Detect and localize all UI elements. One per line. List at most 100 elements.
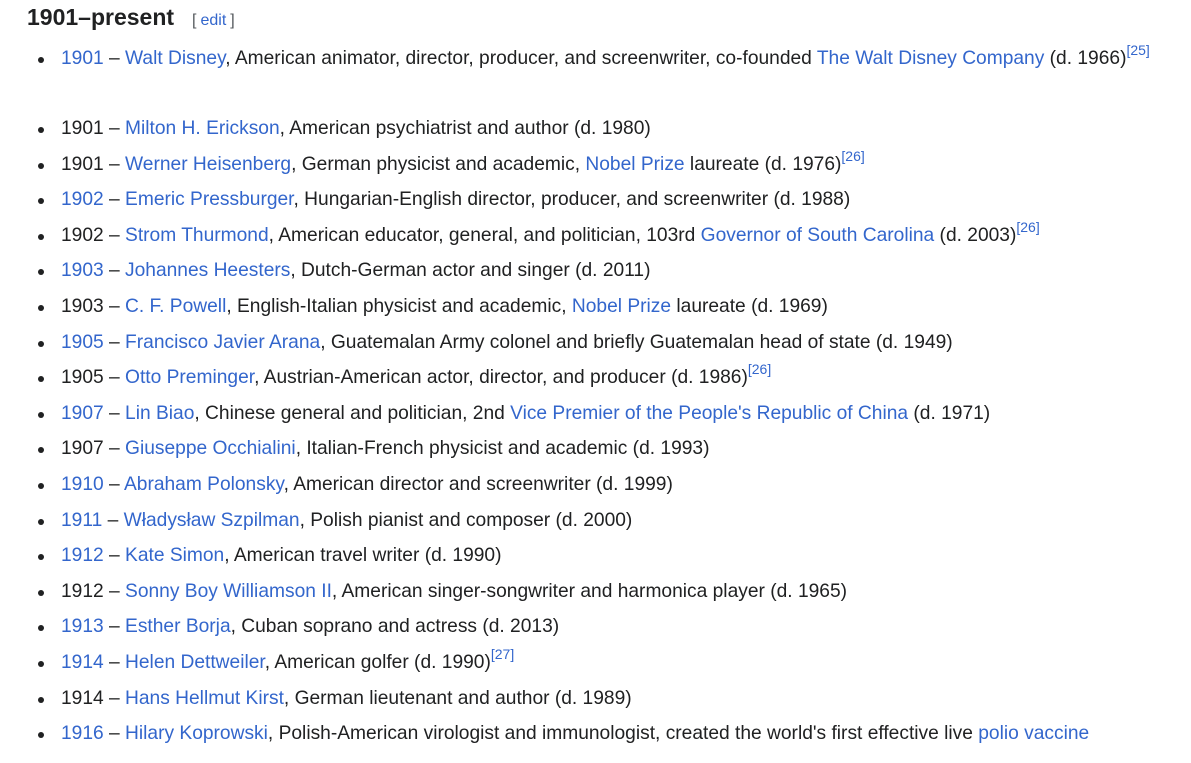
related-link[interactable]: Nobel Prize	[572, 296, 671, 317]
entry-description: , American psychiatrist and author (d. 1…	[279, 118, 651, 139]
year-text: 1901	[61, 118, 104, 139]
year-link[interactable]: 1902	[61, 189, 104, 210]
person-link[interactable]: Esther Borja	[125, 616, 231, 637]
reference-link[interactable]: [27]	[491, 646, 514, 662]
year-text: 1905	[61, 367, 104, 389]
list-item: 1903 – C. F. Powell, English-Italian phy…	[0, 290, 1191, 326]
reference-superscript: [26]	[1016, 219, 1039, 235]
entry-description-tail: (d. 1966)	[1044, 48, 1127, 69]
births-list: 1901 – Walt Disney, American animator, d…	[0, 42, 1191, 753]
list-item: 1902 – Emeric Pressburger, Hungarian-Eng…	[0, 183, 1191, 219]
entry-description: , Cuban soprano and actress (d. 2013)	[230, 616, 560, 638]
person-link[interactable]: Walt Disney	[125, 48, 225, 69]
year-link[interactable]: 1905	[61, 332, 104, 353]
entry-description: , Polish pianist and composer (d. 2000)	[299, 509, 633, 531]
edit-section-link: [edit]	[192, 12, 235, 30]
related-link[interactable]: Vice Premier of the People's Republic of…	[510, 403, 908, 424]
year-link[interactable]: 1912	[61, 545, 104, 566]
year-link[interactable]: 1911	[61, 510, 102, 531]
entry-description: , Chinese general and politician, 2nd	[194, 402, 511, 424]
entry-description: , English-Italian physicist and academic…	[226, 295, 572, 317]
year-text: 1914	[61, 687, 104, 709]
year-text: 1903	[61, 295, 104, 317]
person-link[interactable]: Otto Preminger	[125, 367, 254, 388]
year-text: 1902	[61, 224, 104, 246]
person-link[interactable]: Strom Thurmond	[125, 225, 269, 246]
person-link[interactable]: Werner Heisenberg	[125, 154, 291, 175]
year-text: 1901	[61, 153, 104, 175]
person-link[interactable]: Francisco Javier Arana	[125, 332, 320, 353]
year-link[interactable]: 1916	[61, 723, 104, 744]
entry-description: , American singer-songwriter and harmoni…	[331, 580, 848, 602]
entry-description: , German lieutenant and author (d. 1989)	[283, 687, 632, 709]
entry-description: , Hungarian-English director, producer, …	[293, 189, 851, 211]
person-link[interactable]: Emeric Pressburger	[125, 189, 293, 210]
list-item: 1916 – Hilary Koprowski, Polish-American…	[0, 717, 1191, 753]
year-text: 1912	[61, 580, 104, 602]
entry-description: , American travel writer (d. 1990)	[224, 545, 502, 567]
person-link[interactable]: Kate Simon	[125, 545, 224, 566]
person-link[interactable]: Johannes Heesters	[125, 260, 290, 281]
entry-description-tail: (d. 1971)	[908, 402, 991, 424]
reference-superscript: [27]	[491, 646, 514, 662]
person-link[interactable]: Helen Dettweiler	[125, 652, 265, 673]
entry-description: , Guatemalan Army colonel and briefly Gu…	[320, 331, 953, 353]
related-link[interactable]: Nobel Prize	[585, 154, 684, 175]
entry-description: , American animator, director, producer,…	[225, 48, 817, 69]
entry-description-tail: laureate (d. 1976)	[684, 153, 842, 175]
person-link[interactable]: Hilary Koprowski	[125, 723, 268, 744]
entry-description-tail: laureate (d. 1969)	[671, 295, 828, 317]
list-item: 1902 – Strom Thurmond, American educator…	[0, 219, 1191, 255]
year-link[interactable]: 1907	[61, 403, 104, 424]
reference-superscript: [26]	[748, 361, 771, 377]
edit-link[interactable]: edit	[201, 12, 227, 29]
year-link[interactable]: 1903	[61, 260, 104, 281]
reference-superscript: [26]	[841, 148, 864, 164]
person-link[interactable]: Lin Biao	[125, 403, 194, 424]
list-item: 1912 – Sonny Boy Williamson II, American…	[0, 575, 1191, 611]
list-item: 1910 – Abraham Polonsky, American direct…	[0, 468, 1191, 504]
person-link[interactable]: Milton H. Erickson	[125, 118, 280, 139]
list-item: 1901 – Werner Heisenberg, German physici…	[0, 148, 1191, 184]
list-item: 1913 – Esther Borja, Cuban soprano and a…	[0, 610, 1191, 646]
entry-description: , Polish-American virologist and immunol…	[267, 723, 979, 745]
person-link[interactable]: Giuseppe Occhialini	[125, 438, 296, 459]
year-link[interactable]: 1914	[61, 652, 104, 673]
reference-link[interactable]: [26]	[1016, 219, 1039, 235]
reference-superscript: [25]	[1126, 42, 1149, 58]
list-item: 1907 – Giuseppe Occhialini, Italian-Fren…	[0, 432, 1191, 468]
list-item: 1911 – Władysław Szpilman, Polish pianis…	[0, 504, 1191, 540]
list-item: 1907 – Lin Biao, Chinese general and pol…	[0, 397, 1191, 433]
list-item: 1903 – Johannes Heesters, Dutch-German a…	[0, 254, 1191, 290]
section-title: 1901–present	[27, 4, 175, 30]
entry-description: , German physicist and academic,	[291, 153, 586, 175]
list-item: 1905 – Otto Preminger, Austrian-American…	[0, 361, 1191, 397]
edit-bracket-open: [	[192, 12, 197, 29]
entry-description: , American educator, general, and politi…	[268, 224, 701, 246]
reference-link[interactable]: [25]	[1126, 42, 1149, 58]
list-item: 1901 – Walt Disney, American animator, d…	[0, 42, 1191, 112]
entry-description: , American golfer (d. 1990)	[264, 651, 491, 673]
person-link[interactable]: Sonny Boy Williamson II	[125, 581, 332, 602]
entry-description-tail: (d. 2003)	[934, 224, 1017, 246]
person-link[interactable]: Hans Hellmut Kirst	[125, 688, 284, 709]
related-link[interactable]: The Walt Disney Company	[817, 48, 1045, 69]
year-link[interactable]: 1901	[61, 48, 104, 69]
year-text: 1907	[61, 438, 104, 460]
related-link[interactable]: Governor of South Carolina	[701, 225, 935, 246]
edit-bracket-close: ]	[230, 12, 235, 29]
related-link[interactable]: polio vaccine	[978, 723, 1089, 744]
person-link[interactable]: Abraham Polonsky	[124, 474, 284, 495]
list-item: 1914 – Hans Hellmut Kirst, German lieute…	[0, 682, 1191, 718]
list-item: 1901 – Milton H. Erickson, American psyc…	[0, 112, 1191, 148]
entry-description: , Italian-French physicist and academic …	[295, 438, 710, 460]
year-link[interactable]: 1913	[61, 616, 104, 637]
list-item: 1914 – Helen Dettweiler, American golfer…	[0, 646, 1191, 682]
entry-description: , Dutch-German actor and singer (d. 2011…	[290, 260, 651, 282]
reference-link[interactable]: [26]	[748, 361, 771, 377]
reference-link[interactable]: [26]	[841, 148, 864, 164]
year-link[interactable]: 1910	[61, 474, 104, 495]
person-link[interactable]: Władysław Szpilman	[124, 510, 300, 531]
entry-description: , Austrian-American actor, director, and…	[254, 367, 748, 389]
person-link[interactable]: C. F. Powell	[125, 296, 226, 317]
